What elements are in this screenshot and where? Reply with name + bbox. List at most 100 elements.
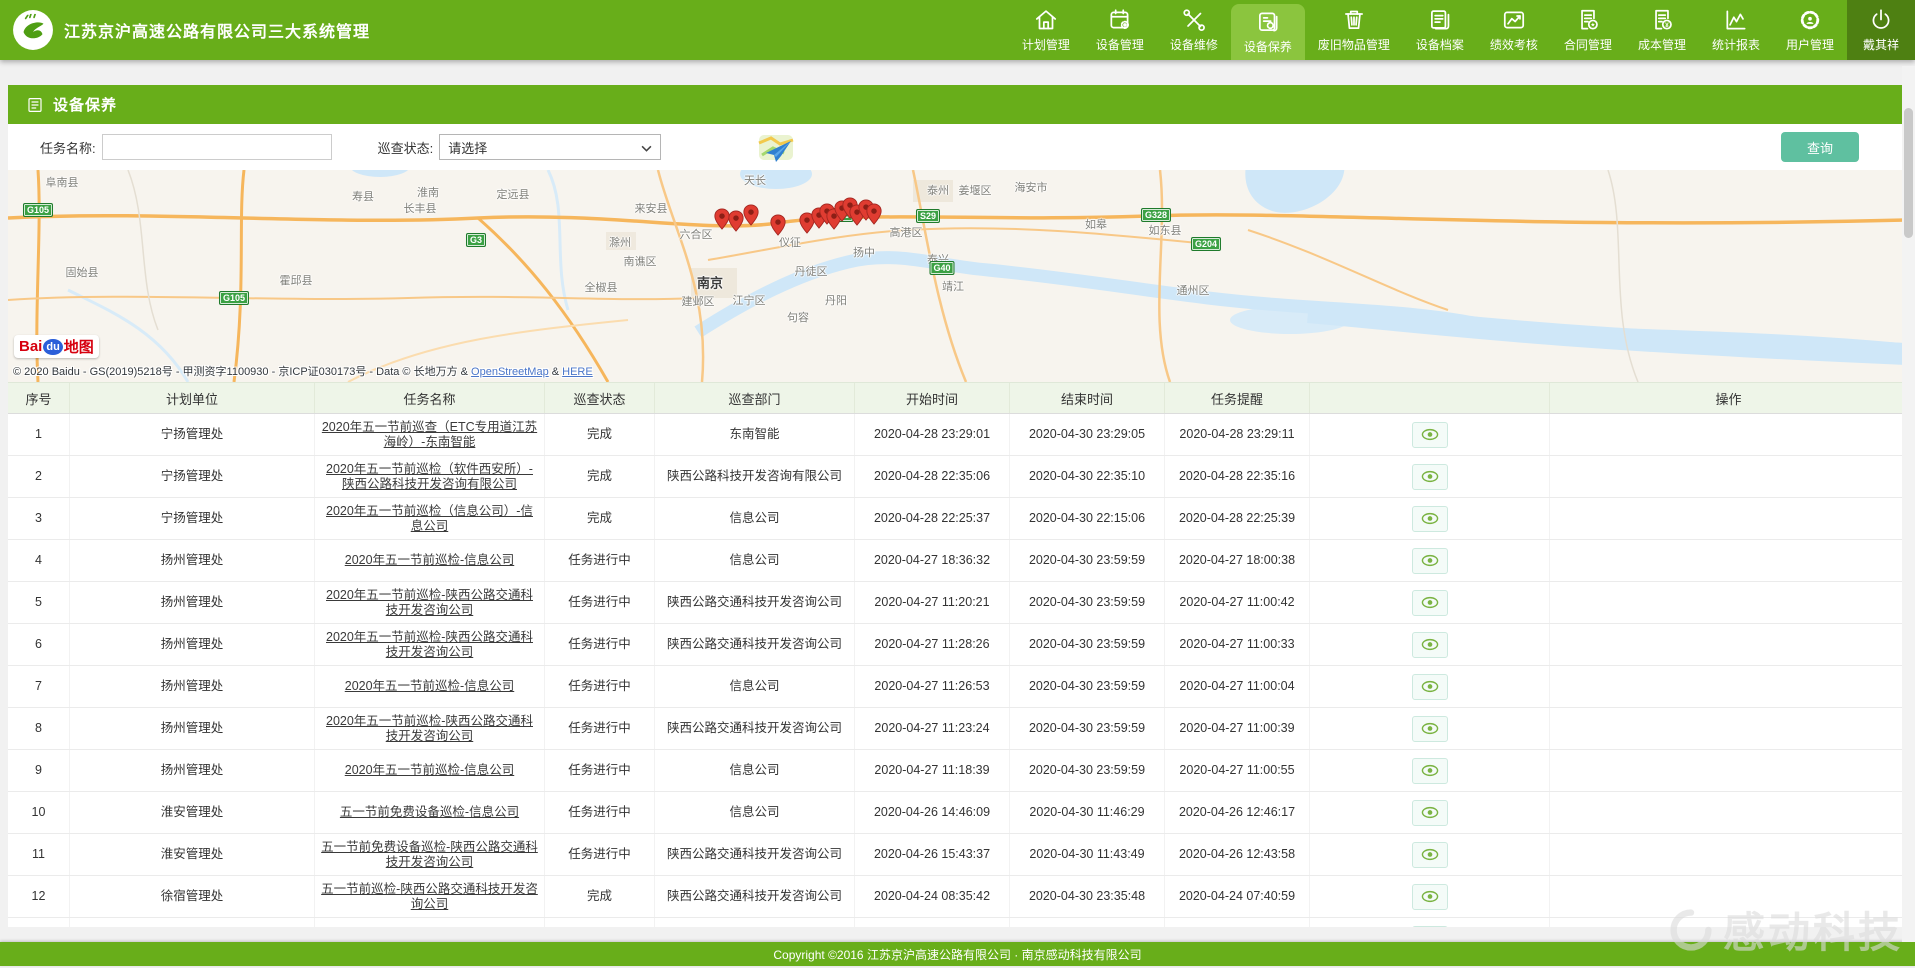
cell-remind-time: 2020-04-24 07:40:35 (1165, 918, 1310, 927)
baidu-maps-logo: Baidu地图 (14, 335, 99, 358)
cell-status: 完成 (545, 414, 655, 455)
column-header-6: 开始时间 (855, 383, 1010, 413)
cell-remind-time: 2020-04-28 22:25:39 (1165, 498, 1310, 539)
cell-extra (1550, 792, 1907, 833)
cell-task-name: 2020年五一节前巡检-信息公司 (315, 540, 545, 581)
nav-item-label: 统计报表 (1712, 36, 1760, 53)
cell-action (1310, 792, 1550, 833)
nav-item-performance-review[interactable]: 绩效考核 (1477, 0, 1551, 60)
column-header-3: 任务名称 (315, 383, 545, 413)
osm-link[interactable]: OpenStreetMap (471, 366, 549, 378)
task-link[interactable]: 五一节前免费设备巡检-信息公司 (340, 805, 519, 820)
view-button[interactable] (1412, 716, 1448, 742)
task-link[interactable]: 2020年五一节前巡检-信息公司 (345, 763, 514, 778)
nav-item-plan-management[interactable]: 计划管理 (1009, 0, 1083, 60)
cell-extra (1550, 498, 1907, 539)
view-button[interactable] (1412, 464, 1448, 490)
view-button[interactable] (1412, 506, 1448, 532)
nav-item-equipment-archive[interactable]: 设备档案 (1403, 0, 1477, 60)
task-link[interactable]: 2020年五一节前巡检-陕西公路交通科技开发咨询公司 (320, 630, 539, 660)
view-button[interactable] (1412, 884, 1448, 910)
cell-extra (1550, 582, 1907, 623)
task-link[interactable]: 2020年五一节前巡检-陕西公路交通科技开发咨询公司 (320, 714, 539, 744)
nav-item-user-management[interactable]: 用户管理 (1773, 0, 1847, 60)
table-row: 7扬州管理处2020年五一节前巡检-信息公司任务进行中信息公司2020-04-2… (8, 666, 1907, 708)
home-icon (1033, 7, 1059, 33)
nav-item-label: 计划管理 (1022, 36, 1070, 53)
nav-item-equipment-management[interactable]: 设备管理 (1083, 0, 1157, 60)
task-link[interactable]: 2020年五一节前巡检-陕西公路交通科技开发咨询公司 (320, 588, 539, 618)
svg-text:¥: ¥ (1665, 22, 1669, 29)
map-place-label: 仪征 (779, 234, 801, 250)
nav-item-contract-management[interactable]: 合同管理 (1551, 0, 1625, 60)
map-place-label: 江宁区 (733, 292, 766, 308)
cell-extra (1550, 876, 1907, 917)
map-marker-pin[interactable] (743, 204, 760, 226)
view-button[interactable] (1412, 842, 1448, 868)
cell-plan-unit: 扬州管理处 (70, 540, 315, 581)
map-place-label: 靖江 (942, 278, 964, 294)
here-link[interactable]: HERE (562, 366, 593, 378)
cell-start-time: 2020-04-27 18:36:32 (855, 540, 1010, 581)
cell-status: 完成 (545, 498, 655, 539)
map-send-icon[interactable] (757, 131, 795, 163)
eye-icon (1421, 596, 1439, 609)
task-link[interactable]: 2020年五一节前巡检（软件西安所）-陕西公路科技开发咨询有限公司 (320, 462, 539, 492)
view-button[interactable] (1412, 590, 1448, 616)
map-marker-pin[interactable] (770, 214, 787, 236)
view-button[interactable] (1412, 800, 1448, 826)
task-link[interactable]: 2020年五一节前巡检-信息公司 (345, 679, 514, 694)
status-select[interactable]: 请选择 (439, 134, 661, 160)
calendar-gear-icon (1107, 7, 1133, 33)
nav-item-waste-management[interactable]: 废旧物品管理 (1305, 0, 1403, 60)
task-link[interactable]: 2020年五一节前巡查（ETC专用道江苏海岭）-东南智能 (320, 420, 539, 450)
map-marker-pin[interactable] (866, 203, 883, 225)
cell-extra (1550, 456, 1907, 497)
view-button[interactable] (1412, 548, 1448, 574)
table-row: 6扬州管理处2020年五一节前巡检-陕西公路交通科技开发咨询公司任务进行中陕西公… (8, 624, 1907, 666)
cell-index: 3 (8, 498, 70, 539)
scrollbar-track[interactable] (1902, 66, 1915, 942)
nav-item-equipment-maintenance[interactable]: 设备保养 (1231, 4, 1305, 60)
cell-start-time: 2020-04-27 11:23:24 (855, 708, 1010, 749)
map-place-label: 南京 (697, 273, 723, 292)
cell-index: 1 (8, 414, 70, 455)
task-link[interactable]: 五一节前巡检-陕西公路交通科技开发咨询公司 (320, 882, 539, 912)
task-name-input[interactable] (102, 134, 332, 160)
eye-icon (1421, 848, 1439, 861)
view-button[interactable] (1412, 758, 1448, 784)
cell-department: 陕西公路交通科技开发咨询公司 (655, 708, 855, 749)
road-shield: G204 (1191, 237, 1221, 251)
nav-item-cost-management[interactable]: ¥成本管理 (1625, 0, 1699, 60)
map-place-label: 丹阳 (825, 292, 847, 308)
cell-status: 完成 (545, 918, 655, 927)
cell-index: 11 (8, 834, 70, 875)
cell-start-time: 2020-04-24 08:33:55 (855, 918, 1010, 927)
scrollbar-thumb[interactable] (1904, 108, 1913, 238)
task-link[interactable]: 2020年五一节前巡检-信息公司 (345, 553, 514, 568)
view-button[interactable] (1412, 674, 1448, 700)
view-button[interactable] (1412, 422, 1448, 448)
task-link[interactable]: 2020年五一节前巡检（信息公司）-信息公司 (320, 504, 539, 534)
cell-index: 13 (8, 918, 70, 927)
column-header-7: 结束时间 (1010, 383, 1165, 413)
nav-item-label: 戴其祥 (1863, 36, 1899, 53)
table-row: 13徐宿管理处五一节前巡检-信息公司完成信息公司2020-04-24 08:33… (8, 918, 1907, 927)
nav-item-current-user[interactable]: 戴其祥 (1847, 0, 1915, 60)
map-place-label: 固始县 (66, 264, 99, 280)
nav-item-equipment-repair[interactable]: 设备维修 (1157, 0, 1231, 60)
cell-department: 信息公司 (655, 750, 855, 791)
nav-item-statistics-report[interactable]: 统计报表 (1699, 0, 1773, 60)
search-button[interactable]: 查询 (1781, 132, 1859, 162)
column-header-9 (1310, 383, 1550, 413)
task-link[interactable]: 五一节前免费设备巡检-陕西公路交通科技开发咨询公司 (320, 840, 539, 870)
baidu-map[interactable]: Baidu地图 © 2020 Baidu - GS(2019)5218号 - 甲… (8, 170, 1907, 382)
cell-start-time: 2020-04-27 11:28:26 (855, 624, 1010, 665)
cell-action (1310, 540, 1550, 581)
cell-status: 任务进行中 (545, 708, 655, 749)
cell-end-time: 2020-04-30 23:59:59 (1010, 540, 1165, 581)
column-header-8: 任务提醒 (1165, 383, 1310, 413)
view-button[interactable] (1412, 926, 1448, 928)
cell-status: 任务进行中 (545, 750, 655, 791)
view-button[interactable] (1412, 632, 1448, 658)
